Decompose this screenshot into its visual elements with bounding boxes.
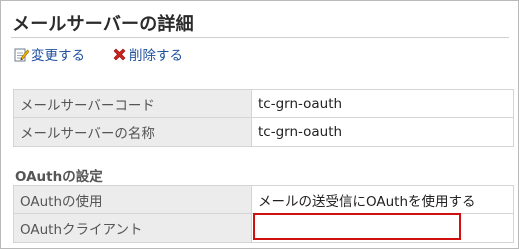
page-title: メールサーバーの詳細: [12, 14, 194, 35]
oauth-section-title: OAuthの設定: [15, 169, 103, 185]
mail-server-code-label: メールサーバーコード: [14, 90, 252, 117]
oauth-usage-label: OAuthの使用: [14, 186, 252, 213]
mail-server-name-label: メールサーバーの名称: [14, 118, 252, 146]
table-row: メールサーバーの名称 tc-grn-oauth: [14, 118, 513, 146]
edit-link[interactable]: 変更する: [13, 45, 85, 64]
red-x-icon: [111, 46, 128, 63]
oauth-client-label: OAuthクライアント: [14, 214, 252, 242]
edit-link-label: 変更する: [31, 48, 85, 64]
detail-panel: メールサーバーの詳細 変更する 削除する メールサーバーコード tc-grn-o…: [0, 0, 519, 249]
basic-info-table: メールサーバーコード tc-grn-oauth メールサーバーの名称 tc-gr…: [13, 89, 514, 147]
table-row: メールサーバーコード tc-grn-oauth: [14, 90, 513, 118]
mail-server-name-value: tc-grn-oauth: [252, 118, 513, 146]
table-row: OAuthの使用 メールの送受信にOAuthを使用する: [14, 186, 513, 214]
oauth-usage-value: メールの送受信にOAuthを使用する: [252, 186, 513, 213]
pencil-document-icon: [13, 46, 30, 63]
title-divider: [11, 37, 509, 38]
delete-link[interactable]: 削除する: [111, 45, 183, 64]
mail-server-code-value: tc-grn-oauth: [252, 90, 513, 117]
delete-link-label: 削除する: [129, 48, 183, 64]
oauth-client-highlight: [253, 213, 461, 240]
